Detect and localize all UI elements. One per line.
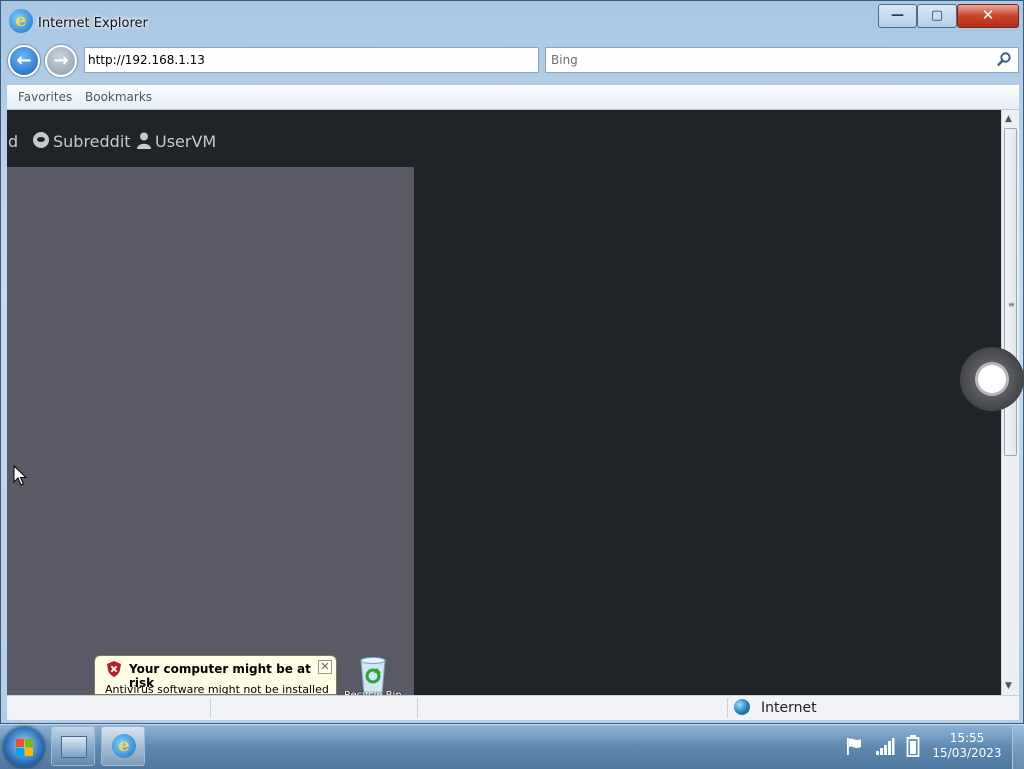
windows-logo-icon bbox=[16, 748, 24, 756]
search-icon[interactable] bbox=[996, 51, 1012, 67]
ie-window: e Internet Explorer — ▢ ✕ ← → http://192… bbox=[0, 0, 1024, 724]
web-content: d Subreddit UserVM bbox=[7, 110, 1001, 695]
status-divider bbox=[727, 698, 728, 718]
floating-touch-button[interactable] bbox=[960, 347, 1024, 411]
search-placeholder[interactable]: Bing bbox=[551, 53, 578, 67]
forward-button[interactable]: → bbox=[45, 45, 77, 77]
security-zone-label[interactable]: Internet bbox=[761, 700, 817, 716]
show-desktop-button[interactable] bbox=[1012, 725, 1024, 769]
recycle-bin-icon[interactable] bbox=[356, 656, 390, 695]
bookmarks-link[interactable]: Bookmarks bbox=[85, 90, 152, 104]
subreddit-icon bbox=[33, 132, 49, 148]
power-icon[interactable] bbox=[906, 735, 920, 757]
minimize-button[interactable]: — bbox=[878, 4, 917, 28]
clock-date: 15/03/2023 bbox=[932, 746, 1002, 760]
flag-icon[interactable] bbox=[845, 737, 863, 755]
security-notification[interactable]: Your computer might be at risk Antivirus… bbox=[94, 655, 337, 695]
content-panel bbox=[7, 167, 414, 695]
mouse-cursor-icon bbox=[13, 465, 27, 486]
clock[interactable]: 15:55 15/03/2023 bbox=[930, 731, 1004, 761]
shield-icon bbox=[107, 661, 121, 677]
window-title: Internet Explorer bbox=[38, 16, 148, 31]
search-box[interactable]: Bing bbox=[545, 47, 1019, 73]
taskbar: e 15:55 15/03/2023 bbox=[0, 724, 1024, 769]
ie-logo-icon: e bbox=[112, 734, 136, 758]
scroll-down-arrow[interactable]: ▼ bbox=[1005, 681, 1012, 691]
close-button[interactable]: ✕ bbox=[957, 4, 1019, 28]
back-button[interactable]: ← bbox=[8, 45, 40, 77]
favorites-link[interactable]: Favorites bbox=[18, 90, 72, 104]
favorites-bar: Favorites Bookmarks bbox=[7, 85, 1019, 110]
clock-time: 15:55 bbox=[949, 731, 985, 745]
address-bar[interactable]: http://192.168.1.13 bbox=[84, 47, 539, 73]
windows-logo-icon bbox=[16, 739, 24, 747]
user-icon bbox=[137, 132, 151, 149]
maximize-button[interactable]: ▢ bbox=[917, 4, 957, 28]
windows-logo-icon bbox=[25, 748, 33, 756]
nav-item-user[interactable]: UserVM bbox=[155, 132, 216, 151]
address-text[interactable]: http://192.168.1.13 bbox=[88, 53, 205, 67]
nav-item-partial[interactable]: d bbox=[8, 132, 18, 151]
explorer-icon bbox=[61, 736, 87, 758]
nav-item-subreddit[interactable]: Subreddit bbox=[53, 132, 131, 151]
network-icon[interactable] bbox=[875, 737, 895, 755]
start-button[interactable] bbox=[4, 727, 44, 767]
globe-icon bbox=[734, 699, 750, 715]
title-bar[interactable]: e Internet Explorer — ▢ ✕ bbox=[1, 1, 1023, 43]
status-divider bbox=[417, 698, 418, 718]
ie-logo-icon: e bbox=[9, 9, 33, 33]
taskbar-ie-button[interactable]: e bbox=[101, 726, 145, 766]
close-icon[interactable]: ✕ bbox=[318, 660, 332, 674]
status-divider bbox=[210, 698, 211, 718]
scroll-grip: ≡ bbox=[1008, 300, 1015, 309]
windows-logo-icon bbox=[25, 739, 33, 747]
notification-body: Antivirus software might not be installe… bbox=[105, 683, 329, 695]
taskbar-explorer-button[interactable] bbox=[51, 726, 95, 766]
scroll-up-arrow[interactable]: ▲ bbox=[1005, 114, 1012, 124]
status-bar: Internet bbox=[7, 695, 1019, 720]
